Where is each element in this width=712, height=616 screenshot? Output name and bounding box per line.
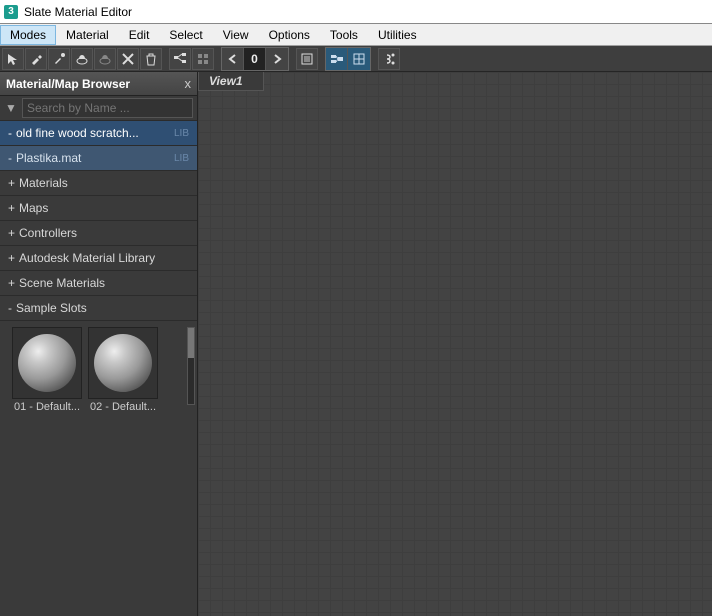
layout-group	[325, 47, 371, 71]
sample-thumb	[12, 327, 82, 399]
menu-options[interactable]: Options	[259, 25, 320, 45]
scrollbar-thumb[interactable]	[188, 328, 194, 358]
layout-children-icon[interactable]	[348, 48, 370, 70]
nav-group: 0	[221, 47, 289, 71]
browser-title: Material/Map Browser	[6, 77, 130, 91]
menu-view[interactable]: View	[213, 25, 259, 45]
sample-label: 01 - Default...	[14, 401, 80, 413]
toolbar: 0	[0, 46, 712, 72]
library-label: -old fine wood scratch...	[8, 126, 139, 140]
cursor-icon[interactable]	[2, 48, 24, 70]
back-icon[interactable]	[222, 48, 244, 70]
close-icon[interactable]: x	[185, 76, 192, 91]
search-row: ▼	[0, 96, 197, 121]
menubar: Modes Material Edit Select View Options …	[0, 24, 712, 46]
assign-material-icon[interactable]	[71, 48, 93, 70]
view-tab[interactable]: View1	[198, 72, 264, 91]
slots-scrollbar[interactable]	[187, 327, 195, 405]
category-controllers[interactable]: +Controllers	[0, 221, 197, 246]
category-sample-slots[interactable]: -Sample Slots	[0, 296, 197, 321]
library-label: -Plastika.mat	[8, 151, 81, 165]
menu-utilities[interactable]: Utilities	[368, 25, 427, 45]
library-tag: LIB	[174, 128, 189, 139]
app-logo-icon: 3	[4, 5, 18, 19]
category-maps[interactable]: +Maps	[0, 196, 197, 221]
sample-slot[interactable]: 01 - Default...	[12, 327, 82, 413]
menu-edit[interactable]: Edit	[119, 25, 160, 45]
category-autodesk-library[interactable]: +Autodesk Material Library	[0, 246, 197, 271]
eyedropper-icon[interactable]	[48, 48, 70, 70]
assign-selection-icon[interactable]	[94, 48, 116, 70]
library-item[interactable]: -old fine wood scratch... LIB	[0, 121, 197, 146]
sphere-icon	[94, 334, 152, 392]
forward-icon[interactable]	[266, 48, 288, 70]
menu-select[interactable]: Select	[159, 25, 212, 45]
menu-tools[interactable]: Tools	[320, 25, 368, 45]
move-children-icon[interactable]	[169, 48, 191, 70]
sibling-index[interactable]: 0	[244, 48, 266, 70]
sample-thumb	[88, 327, 158, 399]
hide-unused-icon[interactable]	[192, 48, 214, 70]
category-scene-materials[interactable]: +Scene Materials	[0, 271, 197, 296]
sample-slots-area: 01 - Default... 02 - Default...	[0, 321, 197, 419]
window-title: Slate Material Editor	[24, 5, 132, 19]
node-canvas[interactable]: View1	[198, 72, 712, 616]
delete-icon[interactable]	[117, 48, 139, 70]
picker-icon[interactable]	[25, 48, 47, 70]
show-map-icon[interactable]	[296, 48, 318, 70]
library-tag: LIB	[174, 153, 189, 164]
search-options-icon[interactable]: ▼	[4, 101, 18, 115]
material-id-icon[interactable]	[378, 48, 400, 70]
sphere-icon	[18, 334, 76, 392]
search-input[interactable]	[22, 98, 193, 118]
browser-header: Material/Map Browser x	[0, 72, 197, 96]
titlebar: 3 Slate Material Editor	[0, 0, 712, 24]
category-materials[interactable]: +Materials	[0, 171, 197, 196]
layout-all-icon[interactable]	[326, 48, 348, 70]
sample-label: 02 - Default...	[90, 401, 156, 413]
material-browser-panel: Material/Map Browser x ▼ -old fine wood …	[0, 72, 198, 616]
main-area: Material/Map Browser x ▼ -old fine wood …	[0, 72, 712, 616]
menu-modes[interactable]: Modes	[0, 25, 56, 45]
library-item[interactable]: -Plastika.mat LIB	[0, 146, 197, 171]
trash-icon[interactable]	[140, 48, 162, 70]
menu-material[interactable]: Material	[56, 25, 119, 45]
sample-slot[interactable]: 02 - Default...	[88, 327, 158, 413]
